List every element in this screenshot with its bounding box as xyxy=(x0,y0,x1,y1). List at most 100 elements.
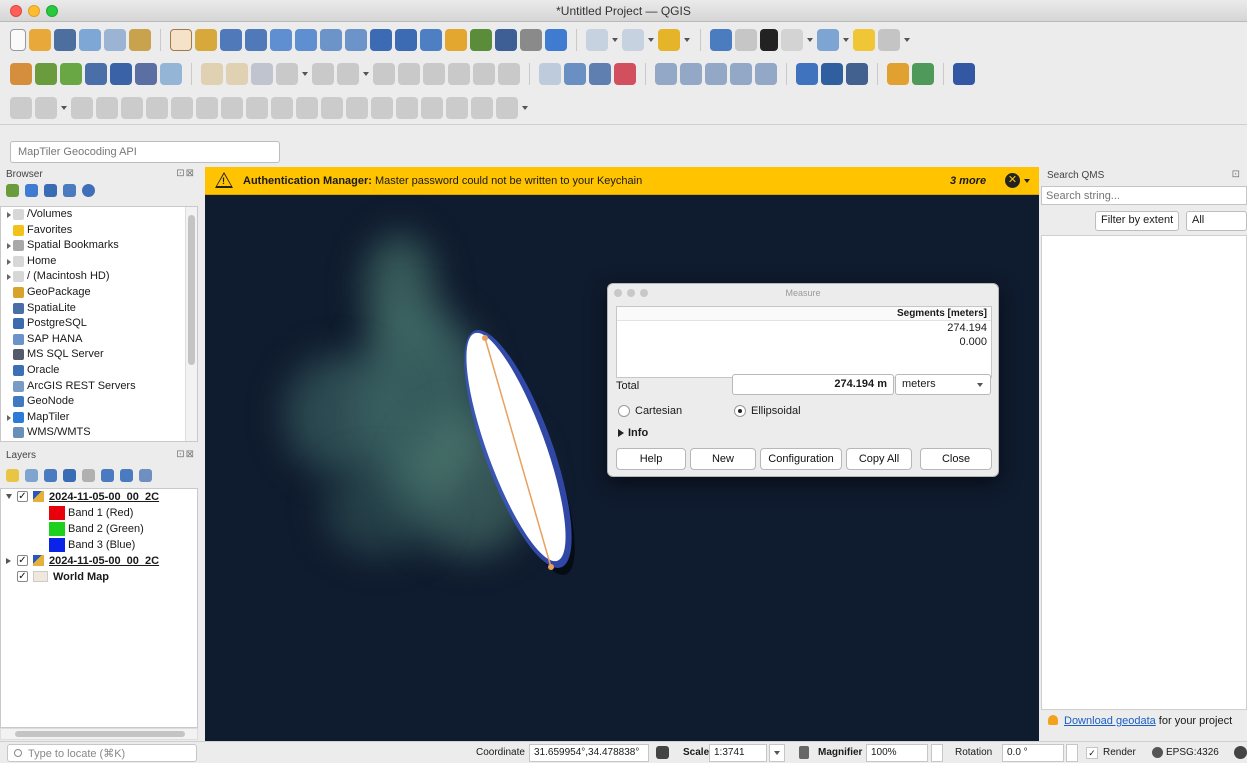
map-tips-icon[interactable] xyxy=(853,29,875,51)
crs-button[interactable]: EPSG:4326 xyxy=(1166,747,1219,758)
delete-ring-icon[interactable] xyxy=(221,96,243,119)
show-bookmarks-icon[interactable] xyxy=(495,29,517,51)
paste-features-icon[interactable] xyxy=(448,63,470,85)
manage-map-themes-icon[interactable] xyxy=(44,469,57,482)
browser-item[interactable]: PostgreSQL xyxy=(1,316,197,332)
cartesian-radio[interactable]: Cartesian xyxy=(618,404,682,418)
fill-ring-icon[interactable] xyxy=(196,96,218,119)
data-source-manager-icon[interactable] xyxy=(10,63,32,85)
add-group-icon[interactable] xyxy=(25,469,38,482)
dropdown-arrow[interactable] xyxy=(362,63,370,85)
browser-item[interactable]: MapTiler xyxy=(1,410,197,426)
magnifier-stepper[interactable] xyxy=(931,744,943,762)
new-project-icon[interactable] xyxy=(10,29,26,51)
browser-item[interactable]: GeoNode xyxy=(1,394,197,410)
layers-horizontal-scrollbar[interactable] xyxy=(0,728,198,740)
open-project-icon[interactable] xyxy=(29,29,51,51)
copy-features-icon[interactable] xyxy=(423,63,445,85)
expand-arrow-icon[interactable] xyxy=(7,414,11,421)
layer-visibility-checkbox[interactable]: ✓ xyxy=(17,491,28,502)
move-label-icon[interactable] xyxy=(655,63,677,85)
collapse-all-icon[interactable] xyxy=(63,184,76,197)
units-select[interactable]: meters xyxy=(895,374,991,395)
browser-item[interactable]: SAP HANA xyxy=(1,332,197,348)
info-expander[interactable]: Info xyxy=(618,426,648,440)
messages-icon[interactable] xyxy=(1234,746,1247,759)
close-message-icon[interactable]: ✕ xyxy=(1005,173,1020,188)
pan-to-selection-icon[interactable] xyxy=(195,29,217,51)
delete-selected-icon[interactable] xyxy=(373,63,395,85)
merge-features-icon[interactable] xyxy=(421,96,443,119)
zoom-full-icon[interactable] xyxy=(270,29,292,51)
rotate-point-symbols-icon[interactable] xyxy=(471,96,493,119)
band-legend-row[interactable]: Band 2 (Green) xyxy=(1,521,197,537)
lock-icon[interactable] xyxy=(799,746,809,759)
split-features-icon[interactable] xyxy=(371,96,393,119)
style-manager-icon[interactable] xyxy=(129,29,151,51)
save-project-icon[interactable] xyxy=(54,29,76,51)
chevron-down-icon[interactable] xyxy=(1024,179,1030,183)
new-bookmark-icon[interactable] xyxy=(470,29,492,51)
segment-row[interactable]: 274.194 xyxy=(617,321,991,335)
new-button[interactable]: New xyxy=(690,448,756,470)
vertex-tool-icon[interactable] xyxy=(312,63,334,85)
layer-row[interactable]: ✓ 2024-11-05-00_00_2C xyxy=(1,489,197,505)
undo-icon[interactable] xyxy=(473,63,495,85)
layer-row[interactable]: ✓ World Map xyxy=(1,569,197,585)
toolbox-icon[interactable] xyxy=(622,29,644,51)
dropdown-arrow[interactable] xyxy=(647,29,655,51)
search-icon[interactable] xyxy=(878,29,900,51)
layer-row[interactable]: ✓ 2024-11-05-00_00_2C xyxy=(1,553,197,569)
add-part-icon[interactable] xyxy=(171,96,193,119)
redo-icon[interactable] xyxy=(498,63,520,85)
annotation-icon[interactable] xyxy=(817,29,839,51)
browser-item[interactable]: Favorites xyxy=(1,223,197,239)
merge-attributes-icon[interactable] xyxy=(446,96,468,119)
field-calculator-icon[interactable] xyxy=(735,29,757,51)
qms-search-input[interactable] xyxy=(1041,186,1247,205)
download-geodata-link[interactable]: Download geodata xyxy=(1064,715,1156,727)
dropdown-arrow[interactable] xyxy=(60,97,68,119)
browser-item[interactable]: WMS/WMTS xyxy=(1,425,197,441)
zoom-in-icon[interactable] xyxy=(220,29,242,51)
open-attribute-table-icon[interactable] xyxy=(586,29,608,51)
split-parts-icon[interactable] xyxy=(396,96,418,119)
layer-labeling-icon[interactable] xyxy=(564,63,586,85)
globe-icon[interactable] xyxy=(1152,747,1163,758)
ellipsoidal-radio[interactable]: Ellipsoidal xyxy=(734,404,801,418)
expand-arrow-icon[interactable] xyxy=(7,212,11,218)
browser-item[interactable]: GeoPackage xyxy=(1,285,197,301)
add-selected-layers-icon[interactable] xyxy=(6,184,19,197)
select-features-icon[interactable] xyxy=(658,29,680,51)
dropdown-arrow[interactable] xyxy=(521,97,529,119)
dropdown-arrow[interactable] xyxy=(806,29,814,51)
render-checkbox[interactable]: ✓ xyxy=(1086,747,1098,759)
browser-scrollbar[interactable] xyxy=(185,207,197,441)
statistics-icon[interactable] xyxy=(760,29,778,51)
add-raster-icon[interactable] xyxy=(135,63,157,85)
panel-close-icon[interactable]: ⊡⊠ xyxy=(176,168,195,179)
band-legend-row[interactable]: Band 3 (Blue) xyxy=(1,537,197,553)
layout-manager-icon[interactable] xyxy=(104,29,126,51)
panel-close-icon[interactable]: ⊡ xyxy=(1232,169,1241,180)
qms-filter-select[interactable]: All xyxy=(1186,211,1247,231)
measure-icon[interactable] xyxy=(781,29,803,51)
browser-item[interactable]: Home xyxy=(1,254,197,270)
rotate-feature-icon[interactable] xyxy=(71,96,93,119)
help-icon[interactable] xyxy=(953,63,975,85)
extents-toggle-icon[interactable] xyxy=(656,746,669,759)
zoom-to-layer-icon[interactable] xyxy=(320,29,342,51)
dropdown-arrow[interactable] xyxy=(301,63,309,85)
dropdown-arrow[interactable] xyxy=(842,29,850,51)
pan-map-icon[interactable] xyxy=(170,29,192,51)
offset-curve-icon[interactable] xyxy=(296,96,318,119)
rotation-field[interactable]: 0.0 ° xyxy=(1002,744,1064,762)
advanced-digitizing-icon[interactable] xyxy=(10,96,32,119)
label-properties-icon[interactable] xyxy=(730,63,752,85)
shape-digitizing-icon[interactable] xyxy=(35,96,57,119)
coordinate-field[interactable]: 31.659954°,34.478838° xyxy=(529,744,649,762)
add-wms-icon[interactable] xyxy=(160,63,182,85)
new-3d-view-icon[interactable] xyxy=(445,29,467,51)
add-vector-layer-icon[interactable] xyxy=(35,63,57,85)
add-postgis-icon[interactable] xyxy=(110,63,132,85)
